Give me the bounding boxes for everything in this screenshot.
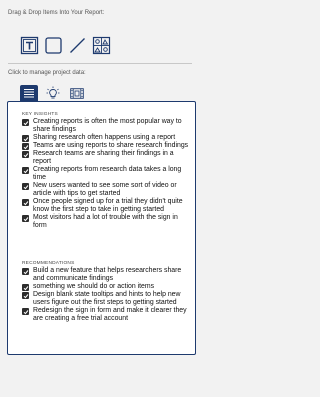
checklist-item[interactable]: Research teams are sharing their finding… xyxy=(22,150,190,166)
checkbox[interactable] xyxy=(22,151,29,158)
checklist-item[interactable]: Once people signed up for a trial they d… xyxy=(22,198,190,214)
checkmark-icon xyxy=(23,293,28,298)
checkmark-icon xyxy=(23,120,28,125)
recommendations-title: RECOMMENDATIONS xyxy=(22,261,75,266)
checklist-item-text: Redesign the sign in form and make it cl… xyxy=(33,307,187,322)
checkmark-icon xyxy=(23,200,28,205)
checklist-item[interactable]: Design blank state tooltips and hints to… xyxy=(22,291,190,307)
tab-list-data[interactable] xyxy=(20,85,38,101)
key-insights-group: KEY INSIGHTS Creating reports is often t… xyxy=(8,112,195,230)
text-block-tool[interactable] xyxy=(20,36,39,55)
checklist-item[interactable]: Redesign the sign in form and make it cl… xyxy=(22,307,190,323)
image-grid-tool[interactable] xyxy=(92,36,111,55)
tool-palette xyxy=(20,34,111,56)
manage-data-label: Click to manage project data: xyxy=(8,70,86,76)
checklist-item-text: Once people signed up for a trial they d… xyxy=(33,198,183,213)
checkbox[interactable] xyxy=(22,119,29,126)
checklist-item-text: Build a new feature that helps researche… xyxy=(33,267,182,282)
key-insights-list: Creating reports is often the most popul… xyxy=(8,118,195,230)
checklist-item-text: Research teams are sharing their finding… xyxy=(33,150,174,165)
line-tool-icon xyxy=(70,37,85,53)
checkbox[interactable] xyxy=(22,284,29,291)
checkbox[interactable] xyxy=(22,143,29,150)
checklist-item-text: New users wanted to see some sort of vid… xyxy=(33,182,177,197)
lightbulb-icon xyxy=(46,86,60,99)
rectangle-tool-icon xyxy=(45,36,62,54)
data-tabs xyxy=(20,85,86,101)
list-lines-icon xyxy=(24,89,34,98)
checkbox[interactable] xyxy=(22,268,29,275)
divider xyxy=(8,63,192,64)
image-grid-tool-icon xyxy=(92,36,111,54)
checklist-item-text: Teams are using reports to share researc… xyxy=(33,142,189,149)
checkbox[interactable] xyxy=(22,199,29,206)
tab-insights[interactable] xyxy=(44,85,62,101)
rectangle-tool[interactable] xyxy=(44,36,63,55)
drag-drop-label: Drag & Drop Items Into Your Report: xyxy=(8,10,105,16)
checkbox[interactable] xyxy=(22,167,29,174)
checklist-item[interactable]: something we should do or action items xyxy=(22,283,190,291)
recommendations-list: Build a new feature that helps researche… xyxy=(8,267,195,323)
checkmark-icon xyxy=(23,269,28,274)
checkbox[interactable] xyxy=(22,308,29,315)
checklist-item-text: something we should do or action items xyxy=(33,283,155,290)
checklist-item-text: Creating reports is often the most popul… xyxy=(33,118,182,133)
text-block-tool-icon xyxy=(20,36,39,54)
checklist-item[interactable]: Build a new feature that helps researche… xyxy=(22,267,190,283)
checkmark-icon xyxy=(23,152,28,157)
checklist-item-text: Creating reports from research data take… xyxy=(33,166,182,181)
checkmark-icon xyxy=(23,309,28,314)
checklist-item[interactable]: New users wanted to see some sort of vid… xyxy=(22,182,190,198)
tab-media[interactable] xyxy=(68,85,86,101)
checkbox[interactable] xyxy=(22,215,29,222)
checkmark-icon xyxy=(23,144,28,149)
checkmark-icon xyxy=(23,168,28,173)
checkbox[interactable] xyxy=(22,183,29,190)
film-strip-icon xyxy=(70,87,84,99)
checklist-item-text: Design blank state tooltips and hints to… xyxy=(33,291,181,306)
checkmark-icon xyxy=(23,184,28,189)
project-data-panel: KEY INSIGHTS Creating reports is often t… xyxy=(7,101,196,355)
checklist-item-text: Sharing research often happens using a r… xyxy=(33,134,176,141)
checklist-item-text: Most visitors had a lot of trouble with … xyxy=(33,214,178,229)
line-tool[interactable] xyxy=(68,36,87,55)
recommendations-group: RECOMMENDATIONS Build a new feature that… xyxy=(8,261,195,323)
checklist-item[interactable]: Creating reports is often the most popul… xyxy=(22,118,190,134)
checkmark-icon xyxy=(23,136,28,141)
checkbox[interactable] xyxy=(22,135,29,142)
checklist-item[interactable]: Teams are using reports to share researc… xyxy=(22,142,190,150)
checklist-item[interactable]: Creating reports from research data take… xyxy=(22,166,190,182)
checkmark-icon xyxy=(23,216,28,221)
checklist-item[interactable]: Most visitors had a lot of trouble with … xyxy=(22,214,190,230)
checklist-item[interactable]: Sharing research often happens using a r… xyxy=(22,134,190,142)
key-insights-title: KEY INSIGHTS xyxy=(22,112,58,117)
checkmark-icon xyxy=(23,285,28,290)
checkbox[interactable] xyxy=(22,292,29,299)
